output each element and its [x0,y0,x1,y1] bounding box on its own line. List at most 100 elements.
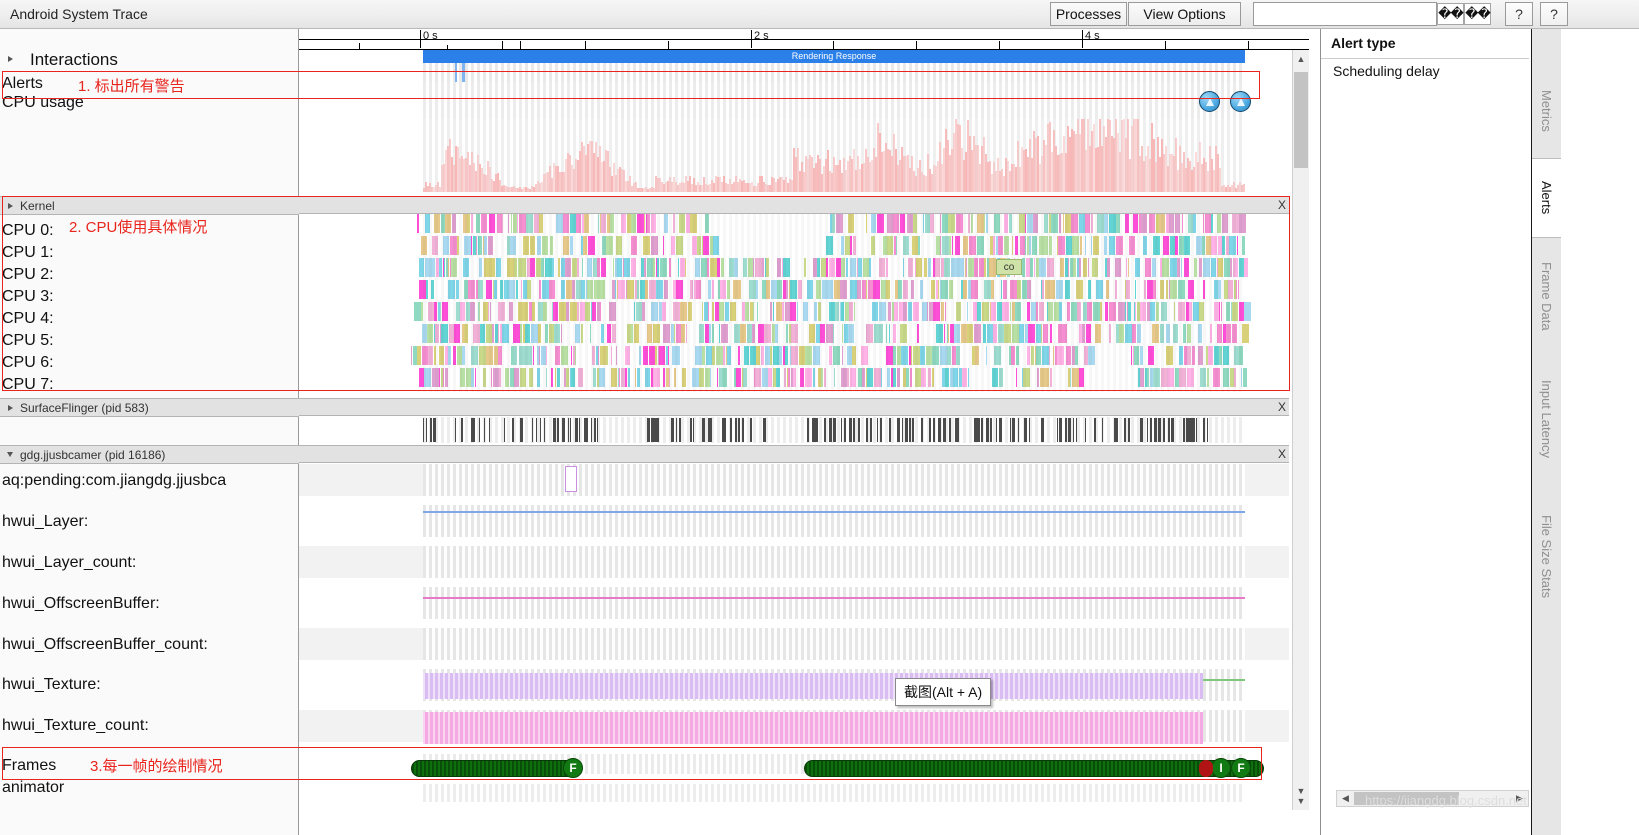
surfaceflinger-slice[interactable] [724,418,726,442]
cpu-slice[interactable] [703,236,710,255]
cpu-slice[interactable] [601,324,605,343]
cpu-slice[interactable] [967,324,974,343]
surfaceflinger-slice[interactable] [879,418,882,442]
surfaceflinger-slice[interactable] [1059,418,1063,442]
cpu-slice[interactable] [812,346,820,365]
cpu-slice[interactable] [1218,258,1224,277]
cpu-slice[interactable] [1155,302,1159,321]
cpu-slice[interactable] [1168,368,1175,387]
surfaceflinger-slice[interactable] [693,418,695,442]
cpu-slice[interactable] [876,214,884,233]
cpu-slice[interactable] [903,258,905,277]
track-label-cpu-0[interactable]: CPU 0: [0,220,54,242]
cpu-slice[interactable] [1210,324,1212,343]
cpu-slice[interactable] [944,258,951,277]
cpu-slice[interactable] [871,302,877,321]
cpu-slice[interactable] [587,236,595,255]
cpu-slice[interactable] [916,324,919,343]
cpu-slice[interactable] [607,346,608,365]
cpu-slice[interactable] [679,214,686,233]
cpu-slice[interactable] [867,324,874,343]
cpu-slice[interactable] [812,258,817,277]
cpu-slice[interactable] [1044,214,1049,233]
cpu-slice[interactable] [1237,280,1239,299]
cpu-slice[interactable] [464,324,469,343]
cpu-slice[interactable] [587,280,593,299]
cpu-slice[interactable] [1071,368,1079,387]
cpu-slice[interactable] [1239,346,1244,365]
surfaceflinger-slice[interactable] [937,418,941,442]
cpu-slice[interactable] [873,280,881,299]
cpu-slice[interactable] [465,302,470,321]
cpu-slice[interactable] [1083,258,1087,277]
cpu-slice[interactable] [538,324,542,343]
cpu-slice[interactable] [539,214,544,233]
group-header-app[interactable]: gdg.jjusbcamer (pid 16186) [0,445,299,464]
cpu-slice[interactable] [983,302,990,321]
cpu-slice[interactable] [1162,258,1170,277]
cpu-slice[interactable] [885,346,893,365]
cpu-slice[interactable] [530,324,538,343]
cpu-slice[interactable] [753,302,754,321]
cpu-slice[interactable] [816,280,822,299]
tab-input-latency[interactable]: Input Latency [1532,354,1561,484]
close-app-group-button[interactable]: X [1278,447,1286,461]
cpu-slice[interactable] [850,258,857,277]
cpu-slice[interactable] [714,302,719,321]
cpu-slice[interactable] [1117,302,1125,321]
cpu-slice[interactable] [704,368,710,387]
cpu-slice[interactable] [1011,236,1013,255]
cpu-slice[interactable] [711,324,714,343]
cpu-slice[interactable] [887,236,894,255]
surfaceflinger-slice[interactable] [504,418,506,442]
surfaceflinger-slice[interactable] [901,418,903,442]
cpu-slice[interactable] [958,258,965,277]
surfaceflinger-slice[interactable] [738,418,741,442]
chevron-right-icon[interactable] [8,56,13,62]
cpu-slice[interactable] [1041,346,1049,365]
cpu-slice[interactable] [766,280,771,299]
surfaceflinger-slice[interactable] [1141,418,1143,442]
cpu-slice[interactable] [569,302,577,321]
cpu-slice[interactable] [445,214,452,233]
cpu-slice[interactable] [433,346,436,365]
cpu-slice[interactable] [1193,258,1197,277]
cpu-slice[interactable] [580,324,583,343]
cpu-slice[interactable] [561,280,565,299]
cpu-slice[interactable] [840,280,848,299]
cpu-slice[interactable] [1057,346,1065,365]
cpu-slice[interactable] [699,324,704,343]
cpu-slice[interactable] [600,280,605,299]
surfaceflinger-slice[interactable] [587,418,589,442]
cpu-slice[interactable] [791,346,799,365]
cpu-slice[interactable] [991,302,997,321]
cpu-slice[interactable] [867,280,873,299]
cpu-slice[interactable] [1187,214,1193,233]
cpu-slice[interactable] [1159,324,1164,343]
cpu-slice[interactable] [648,280,656,299]
surfaceflinger-slice[interactable] [866,418,869,442]
surfaceflinger-slice[interactable] [840,418,842,442]
surfaceflinger-slice[interactable] [454,418,456,442]
cpu-slice[interactable] [896,346,901,365]
cpu-slice[interactable] [857,368,862,387]
cpu-slice[interactable] [455,302,460,321]
cpu-slice[interactable] [1234,368,1237,387]
cpu-slice[interactable] [963,236,969,255]
cpu-slice[interactable] [610,346,612,365]
surfaceflinger-slice[interactable] [807,418,810,442]
cpu-slice[interactable] [494,280,498,299]
surfaceflinger-slice[interactable] [597,418,599,442]
frame-marker-f-1[interactable]: F [563,758,583,778]
cpu-slice[interactable] [1108,324,1111,343]
cpu-slice[interactable] [1077,302,1081,321]
track-canvas-column[interactable]: 0 s 2 s 4 s Rendering Response co F I F [299,29,1309,835]
cpu-slice[interactable] [617,258,623,277]
unknown-glyph-button-2[interactable]: �� [1464,3,1491,25]
cpu-slice[interactable] [1181,214,1183,233]
surfaceflinger-slice[interactable] [1182,418,1185,442]
cpu-slice[interactable] [734,258,738,277]
cpu-slice[interactable] [1192,302,1199,321]
cpu-slice[interactable] [764,324,771,343]
cpu-slice[interactable] [960,324,967,343]
